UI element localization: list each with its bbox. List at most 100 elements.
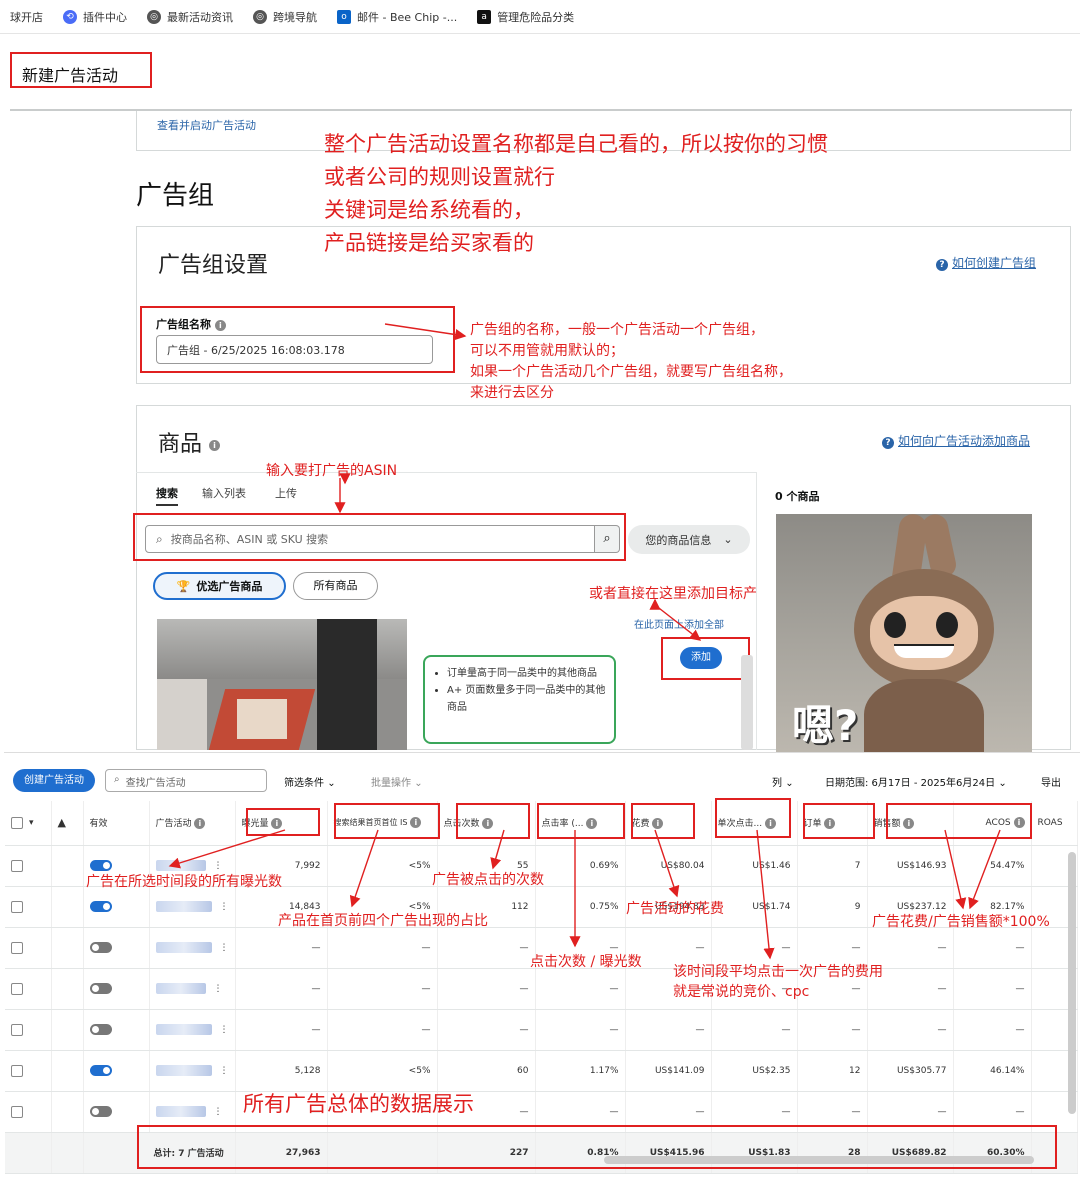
active-toggle[interactable] — [83, 927, 150, 969]
col-acos[interactable]: ACOS i — [953, 801, 1032, 846]
campaign-name-cell[interactable]: ⋮ — [149, 1009, 236, 1051]
bulk-actions-dropdown[interactable]: 批量操作 ⌄ — [371, 774, 423, 789]
annotation-cpc-2: 就是常说的竞价、cpc — [673, 984, 810, 1000]
annotation-group-2: 可以不用管就用默认的； — [470, 343, 624, 359]
active-toggle[interactable] — [83, 1009, 150, 1051]
campaign-name-cell[interactable]: ⋮ — [149, 968, 236, 1010]
active-toggle[interactable] — [83, 886, 150, 928]
more-icon[interactable]: ⋮ — [214, 861, 223, 871]
table-row: ⋮ — — — — — — — — — — [5, 968, 1078, 1010]
ctr-cell: 0.69% — [535, 845, 626, 887]
help-link-ad-group[interactable]: ? 如何创建广告组 — [936, 254, 1036, 271]
ad-group-name-label: 广告组名称 i — [156, 316, 226, 332]
tab-enter-list[interactable]: 输入列表 — [202, 485, 246, 501]
info-icon: i — [209, 439, 221, 451]
add-all-link[interactable]: 在此页面上添加全部 — [634, 616, 724, 631]
campaign-name-cell[interactable]: ⋮ — [149, 886, 236, 928]
campaign-search-input[interactable]: ⌕ 查找广告活动 — [105, 769, 267, 792]
col-cpc[interactable]: 单次点击... i — [711, 801, 798, 846]
orders-cell: — — [797, 1091, 868, 1133]
row-checkbox[interactable] — [5, 1009, 52, 1051]
columns-dropdown[interactable]: 列 ⌄ — [772, 774, 794, 789]
top-is-cell: <5% — [327, 1050, 438, 1092]
list-scrollbar[interactable] — [741, 655, 753, 750]
row-checkbox[interactable] — [5, 1091, 52, 1133]
col-clicks[interactable]: 点击次数 i — [437, 801, 536, 846]
more-icon[interactable]: ⋮ — [220, 1025, 229, 1035]
col-spend[interactable]: 花费 i — [625, 801, 712, 846]
more-icon[interactable]: ⋮ — [214, 1107, 223, 1117]
horizontal-scrollbar[interactable] — [604, 1156, 1034, 1164]
col-roas[interactable]: ROAS — [1031, 801, 1078, 846]
alert-column: ▲ — [51, 801, 84, 846]
clicks-cell: — — [437, 1009, 536, 1051]
tab-upload[interactable]: 上传 — [275, 485, 297, 501]
ad-group-name-input[interactable]: 广告组 - 6/25/2025 16:08:03.178 — [156, 335, 433, 364]
sales-cell: US$146.93 — [867, 845, 954, 887]
campaign-name-cell[interactable]: ⋮ — [149, 1050, 236, 1092]
filter-dropdown[interactable]: 筛选条件 ⌄ — [284, 774, 336, 789]
total-cpc: US$1.83 — [711, 1132, 798, 1174]
sales-cell: US$305.77 — [867, 1050, 954, 1092]
col-orders[interactable]: 订单 i — [797, 801, 868, 846]
more-icon[interactable]: ⋮ — [214, 984, 223, 994]
bookmarks-bar: 球开店 ⟲ 插件中心 ◎ 最新活动资讯 ◎ 跨境导航 o 邮件 - Bee Chip -… — [0, 0, 1080, 34]
col-active[interactable]: 有效 — [83, 801, 150, 846]
info-icon: i — [194, 818, 206, 830]
bookmark-item[interactable]: a 管理危险品分类 — [477, 9, 574, 25]
filter-all-button[interactable]: 所有商品 — [293, 572, 378, 600]
more-icon[interactable]: ⋮ — [220, 943, 229, 953]
product-search-input[interactable]: ⌕ 按商品名称、ASIN 或 SKU 搜索 — [145, 525, 595, 553]
help-icon: ? — [936, 259, 948, 271]
col-sales[interactable]: 销售额 i — [867, 801, 954, 846]
bookmark-item[interactable]: ◎ 最新活动资讯 — [147, 9, 233, 25]
row-checkbox[interactable] — [5, 1050, 52, 1092]
row-checkbox[interactable] — [5, 927, 52, 969]
campaign-name-cell[interactable]: ⋮ — [149, 927, 236, 969]
col-top-is[interactable]: 搜索结果首页首位 IS i — [327, 801, 438, 846]
impressions-cell: 5,128 — [235, 1050, 328, 1092]
filter-featured-button[interactable]: 🏆 优选广告商品 — [153, 572, 286, 600]
active-toggle[interactable] — [83, 968, 150, 1010]
bookmark-item[interactable]: o 邮件 - Bee Chip -... — [337, 9, 457, 25]
row-checkbox[interactable] — [5, 886, 52, 928]
add-button[interactable]: 添加 — [680, 647, 722, 669]
info-icon: i — [652, 818, 664, 830]
export-button[interactable]: 导出 — [1041, 774, 1061, 789]
annotation-top-2: 或者公司的规则设置就行 — [324, 165, 555, 189]
create-campaign-button[interactable]: 创建广告活动 — [13, 769, 95, 792]
vertical-scrollbar[interactable] — [1068, 852, 1076, 1114]
info-icon: i — [214, 319, 226, 331]
sales-cell: — — [867, 1009, 954, 1051]
section-title: 广告组 — [136, 181, 215, 211]
active-toggle[interactable] — [83, 1050, 150, 1092]
product-info-dropdown[interactable]: 您的商品信息 ⌄ — [628, 525, 750, 554]
col-ctr[interactable]: 点击率 (... i — [535, 801, 626, 846]
spend-cell: — — [625, 1091, 712, 1133]
annotation-asin: 输入要打广告的ASIN — [266, 463, 398, 479]
tab-search[interactable]: 搜索 — [156, 485, 178, 506]
info-icon: i — [586, 818, 598, 830]
acos-cell: — — [953, 1091, 1032, 1133]
col-impressions[interactable]: 曝光量 i — [235, 801, 328, 846]
more-icon[interactable]: ⋮ — [220, 1066, 229, 1076]
orders-cell: 7 — [797, 845, 868, 887]
campaign-name-cell[interactable]: ⋮ — [149, 1091, 236, 1133]
acos-cell: — — [953, 968, 1032, 1010]
select-all-checkbox[interactable]: ▾ — [5, 801, 52, 846]
active-toggle[interactable] — [83, 1091, 150, 1133]
view-campaign-link[interactable]: 查看并启动广告活动 — [157, 117, 256, 133]
more-icon[interactable]: ⋮ — [220, 902, 229, 912]
bookmark-item[interactable]: ⟲ 插件中心 — [63, 9, 127, 25]
bookmark-item[interactable]: ◎ 跨境导航 — [253, 9, 317, 25]
search-button[interactable]: ⌕ — [595, 525, 620, 553]
row-checkbox[interactable] — [5, 845, 52, 887]
col-campaign[interactable]: 广告活动 i — [149, 801, 236, 846]
spend-cell: US$80.04 — [625, 845, 712, 887]
table-row: ⋮ — — — — — — — — — — [5, 1009, 1078, 1051]
row-checkbox[interactable] — [5, 968, 52, 1010]
orders-cell: 12 — [797, 1050, 868, 1092]
help-link-products[interactable]: ? 如何向广告活动添加商品 — [882, 432, 1030, 449]
date-range-dropdown[interactable]: 日期范围: 6月17日 - 2025年6月24日 ⌄ — [825, 774, 1007, 789]
bookmark-item[interactable]: 球开店 — [10, 9, 43, 25]
